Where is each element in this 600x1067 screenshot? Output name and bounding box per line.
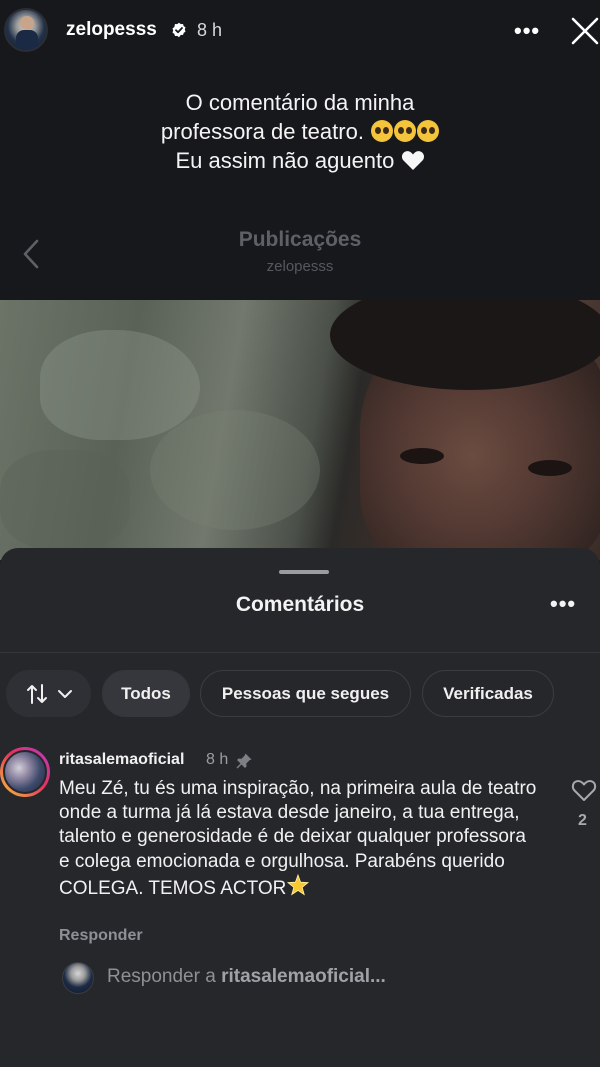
caption-line-3: Eu assim não aguento bbox=[0, 146, 600, 175]
post-image[interactable] bbox=[0, 300, 600, 560]
person-eye bbox=[528, 460, 572, 476]
avatar-face bbox=[20, 16, 34, 30]
person-eye bbox=[400, 448, 444, 464]
filter-following-chip[interactable]: Pessoas que segues bbox=[200, 670, 411, 717]
pleading-face-emoji-icon bbox=[417, 120, 440, 142]
current-user-avatar bbox=[62, 962, 94, 994]
person-hair bbox=[330, 300, 600, 390]
pleading-face-emoji-icon bbox=[371, 120, 394, 142]
verified-badge-icon bbox=[172, 22, 186, 38]
publications-subtitle: zelopesss bbox=[266, 258, 334, 275]
caption-line-1: O comentário da minha bbox=[185, 90, 415, 115]
commenter-avatar[interactable] bbox=[0, 747, 50, 797]
story-username[interactable]: zelopesss bbox=[66, 19, 157, 41]
story-header-area: zelopesss 8 h ••• O comentário da minha … bbox=[0, 0, 600, 300]
pleading-face-emoji-icon bbox=[394, 120, 417, 142]
comment-username[interactable]: ritasalemaoficial bbox=[59, 751, 184, 769]
more-icon[interactable]: ••• bbox=[550, 591, 576, 617]
comments-title: Comentários bbox=[235, 593, 365, 616]
like-count: 2 bbox=[578, 812, 587, 829]
divider bbox=[0, 652, 600, 653]
filter-all-chip[interactable]: Todos bbox=[102, 670, 190, 717]
white-heart-emoji-icon bbox=[401, 151, 424, 170]
close-icon[interactable] bbox=[570, 16, 600, 46]
rock-texture bbox=[40, 330, 200, 440]
commenter-avatar-image bbox=[3, 750, 47, 794]
publications-title: Publicações bbox=[238, 228, 362, 251]
reply-button[interactable]: Responder bbox=[59, 927, 143, 945]
story-time: 8 h bbox=[197, 20, 223, 40]
avatar-suit bbox=[16, 30, 38, 50]
caption-line-2: professora de teatro. bbox=[0, 117, 600, 146]
rock-texture bbox=[0, 450, 130, 550]
comment-time: 8 h bbox=[206, 751, 229, 768]
more-icon[interactable]: ••• bbox=[514, 18, 540, 44]
filter-verified-chip[interactable]: Verificadas bbox=[422, 670, 554, 717]
sort-button[interactable] bbox=[6, 670, 91, 717]
pin-icon bbox=[236, 753, 252, 769]
sheet-grabber[interactable] bbox=[279, 570, 329, 574]
reply-target: ritasalemaoficial... bbox=[221, 966, 386, 987]
reply-prompt: Responder a bbox=[107, 966, 222, 987]
story-caption: O comentário da minha professora de teat… bbox=[0, 88, 600, 175]
story-avatar[interactable] bbox=[4, 8, 48, 52]
star-icon bbox=[287, 873, 310, 896]
story-header: zelopesss 8 h ••• bbox=[0, 0, 600, 64]
comment-text: Meu Zé, tu és uma inspiração, na primeir… bbox=[59, 777, 539, 901]
comments-sheet: Comentários ••• Todos Pessoas que segues… bbox=[0, 548, 600, 1067]
reply-input[interactable]: Responder a ritasalemaoficial... bbox=[107, 966, 386, 988]
caption-line-3-text: Eu assim não aguento bbox=[175, 148, 395, 173]
sort-icon bbox=[26, 683, 47, 704]
caption-line-2-text: professora de teatro. bbox=[160, 119, 364, 144]
rock-texture bbox=[150, 410, 320, 530]
heart-icon[interactable] bbox=[571, 778, 597, 802]
chevron-down-icon bbox=[57, 689, 72, 698]
